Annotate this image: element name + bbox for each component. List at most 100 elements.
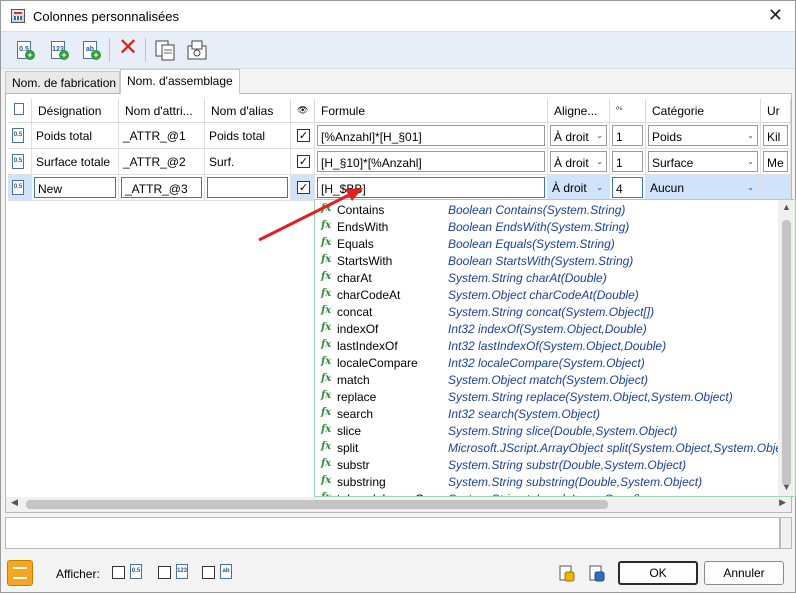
header-type[interactable] <box>8 99 32 123</box>
tab-fabrication[interactable]: Nom. de fabrication <box>5 71 120 93</box>
header-designation[interactable]: Désignation <box>32 99 119 123</box>
unit-cell[interactable]: Me <box>761 149 791 175</box>
category-select[interactable]: Poids <box>648 125 758 146</box>
category-cell[interactable]: Poids ⌄ <box>646 123 761 149</box>
visible-checkbox[interactable]: ✓ <box>297 155 310 168</box>
autocomplete-item[interactable]: fx indexOf Int32 indexOf(System.Object,Dou… <box>315 321 777 338</box>
add-integer-column-button[interactable]: 123 + <box>47 38 71 62</box>
formula-input[interactable]: [%Anzahl]*[H_§01] <box>317 125 545 146</box>
copy-button[interactable] <box>153 38 177 62</box>
alias-input[interactable] <box>207 177 288 198</box>
autocomplete-item[interactable]: fx Equals Boolean Equals(System.String) <box>315 236 777 253</box>
scroll-down-icon[interactable]: ▼ <box>782 482 791 492</box>
header-alignment[interactable]: Aligne... <box>548 99 610 123</box>
add-text-column-button[interactable]: ab + <box>79 38 103 62</box>
formula-cell[interactable]: [H_§10]*[%Anzahl] <box>315 149 548 175</box>
category-select[interactable]: Surface <box>648 151 758 172</box>
alignment-value[interactable]: À droit <box>552 181 587 195</box>
decimals-input[interactable]: 1 <box>612 151 643 172</box>
autocomplete-item[interactable]: fx substr System.String substr(Double,Syst… <box>315 457 777 474</box>
alignment-cell[interactable]: À droit ⌄ <box>548 175 610 201</box>
database-import-icon[interactable] <box>558 564 576 582</box>
alignment-cell[interactable]: À droit ⌄ <box>548 123 610 149</box>
function-signature: System.String charAt(Double) <box>448 271 607 285</box>
filter-text-checkbox[interactable] <box>202 566 215 579</box>
decimals-cell[interactable]: 1 <box>610 149 646 175</box>
category-cell[interactable]: Aucun ⌄ <box>646 175 761 201</box>
export-button[interactable] <box>185 38 209 62</box>
database-export-icon[interactable] <box>588 564 606 582</box>
description-scrollbar[interactable] <box>780 517 792 549</box>
alias-cell[interactable]: Poids total <box>205 123 291 149</box>
scroll-thumb[interactable] <box>26 500 608 509</box>
designation-cell[interactable]: Poids total <box>32 123 119 149</box>
formula-input-active[interactable]: [H_$BB] <box>317 177 545 198</box>
alignment-cell[interactable]: À droit ⌄ <box>548 149 610 175</box>
close-icon[interactable]: ✕ <box>768 6 783 24</box>
filter-number-checkbox[interactable] <box>112 566 125 579</box>
decimals-cell[interactable]: 4 <box>610 175 646 201</box>
attribute-cell[interactable]: _ATTR_@3 <box>119 175 205 201</box>
horizontal-scrollbar[interactable]: ◀ ▶ <box>5 497 792 513</box>
autocomplete-item[interactable]: fx EndsWith Boolean EndsWith(System.String… <box>315 219 777 236</box>
visible-checkbox[interactable]: ✓ <box>297 129 310 142</box>
autocomplete-item[interactable]: fx slice System.String slice(Double,System… <box>315 423 777 440</box>
formula-input[interactable]: [H_§10]*[%Anzahl] <box>317 151 545 172</box>
tab-assemblage[interactable]: Nom. d'assemblage <box>120 69 240 94</box>
attribute-cell[interactable]: _ATTR_@1 <box>119 123 205 149</box>
menu-toggle-button[interactable] <box>7 560 33 586</box>
unit-cell[interactable] <box>761 175 791 201</box>
category-cell[interactable]: Surface ⌄ <box>646 149 761 175</box>
header-alias-name[interactable]: Nom d'alias <box>205 99 291 123</box>
autocomplete-item[interactable]: fx localeCompare Int32 localeCompare(Syste… <box>315 355 777 372</box>
alias-cell[interactable]: Surf. <box>205 149 291 175</box>
decimals-cell[interactable]: 1 <box>610 123 646 149</box>
header-unit[interactable]: Ur <box>761 99 791 123</box>
unit-select[interactable]: Kil <box>763 125 788 146</box>
scroll-thumb[interactable] <box>782 220 791 486</box>
header-attribute-name[interactable]: Nom d'attri... <box>119 99 205 123</box>
alias-cell[interactable] <box>205 175 291 201</box>
description-box[interactable] <box>5 517 780 549</box>
toolbar-separator <box>109 38 110 62</box>
header-category[interactable]: Catégorie <box>646 99 761 123</box>
autocomplete-item[interactable]: fx substring System.String substring(Doubl… <box>315 474 777 491</box>
category-value[interactable]: Aucun <box>650 181 684 195</box>
autocomplete-item[interactable]: fx charCodeAt System.Object charCodeAt(Dou… <box>315 287 777 304</box>
add-number-column-button[interactable]: 0.5 + <box>13 38 37 62</box>
autocomplete-item[interactable]: fx charAt System.String charAt(Double) <box>315 270 777 287</box>
autocomplete-item[interactable]: fx Contains Boolean Contains(System.String… <box>315 202 777 219</box>
filter-integer-checkbox[interactable] <box>158 566 171 579</box>
decimals-input[interactable]: 4 <box>612 177 643 198</box>
autocomplete-scrollbar[interactable]: ▲ ▼ <box>778 200 795 496</box>
autocomplete-item[interactable]: fx split Microsoft.JScript.ArrayObject spl… <box>315 440 795 457</box>
unit-select[interactable]: Me <box>763 151 788 172</box>
attribute-input[interactable]: _ATTR_@3 <box>121 177 202 198</box>
unit-cell[interactable]: Kil <box>761 123 791 149</box>
delete-column-button[interactable]: ✕ <box>115 36 139 62</box>
function-name: split <box>337 441 359 455</box>
decimals-input[interactable]: 1 <box>612 125 643 146</box>
autocomplete-item[interactable]: fx match System.Object match(System.Object… <box>315 372 777 389</box>
autocomplete-item[interactable]: fx lastIndexOf Int32 lastIndexOf(System.Ob… <box>315 338 777 355</box>
header-formula[interactable]: Formule <box>315 99 548 123</box>
designation-cell[interactable]: New <box>32 175 119 201</box>
formula-cell[interactable]: [%Anzahl]*[H_§01] <box>315 123 548 149</box>
autocomplete-item[interactable]: fx concat System.String concat(System.Obje… <box>315 304 777 321</box>
function-icon: fx <box>321 356 332 367</box>
scroll-right-icon[interactable]: ▶ <box>779 497 786 508</box>
cancel-button[interactable]: Annuler <box>704 561 784 585</box>
ok-button[interactable]: OK <box>618 561 698 585</box>
visible-checkbox[interactable]: ✓ <box>297 181 310 194</box>
header-visible-eye-icon[interactable]: 👁 <box>291 99 315 123</box>
designation-cell[interactable]: Surface totale <box>32 149 119 175</box>
formula-cell[interactable]: [H_$BB] <box>315 175 548 201</box>
designation-input[interactable]: New <box>34 177 116 198</box>
header-decimals-icon[interactable]: ⁰⁵ <box>610 99 646 123</box>
autocomplete-item[interactable]: fx StartsWith Boolean StartsWith(System.St… <box>315 253 777 270</box>
autocomplete-item[interactable]: fx replace System.String replace(System.Ob… <box>315 389 777 406</box>
autocomplete-item[interactable]: fx search Int32 search(System.Object) <box>315 406 777 423</box>
scroll-up-icon[interactable]: ▲ <box>782 202 791 212</box>
scroll-left-icon[interactable]: ◀ <box>11 497 18 508</box>
attribute-cell[interactable]: _ATTR_@2 <box>119 149 205 175</box>
